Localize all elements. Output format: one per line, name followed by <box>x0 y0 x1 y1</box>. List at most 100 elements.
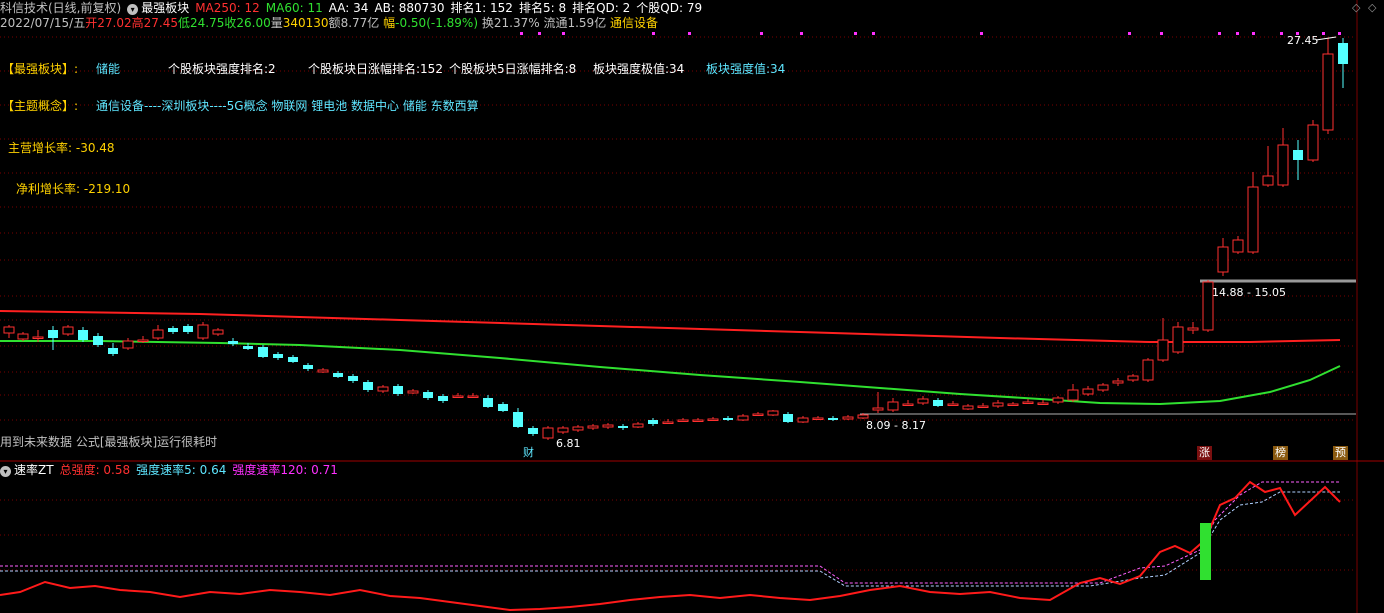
candle-body <box>1172 326 1184 353</box>
high-label: 高 <box>131 16 144 30</box>
speed120-line <box>0 481 1340 584</box>
marker-zhang[interactable]: 涨 <box>1197 446 1212 460</box>
candle-body <box>62 326 74 335</box>
candle-body <box>797 417 809 423</box>
candle-body <box>992 402 1004 407</box>
stock-title: 科信技术(日线,前复权) <box>0 1 122 15</box>
candle-body <box>1142 359 1154 381</box>
candle-body <box>1187 327 1199 331</box>
chevron-down-icon[interactable]: ▾ <box>127 4 139 15</box>
candle-body <box>587 425 599 429</box>
sub-total: 总强度: 0.58 <box>59 463 131 477</box>
candle-body <box>1097 384 1109 391</box>
signal-dot <box>872 32 875 35</box>
diamond-right-icon[interactable]: ◇ <box>1368 1 1376 14</box>
chg-value: -0.50(-1.89%) <box>395 16 479 30</box>
quote-bar: 2022/07/15/五开27.02高27.45低24.75收26.00量340… <box>0 15 658 31</box>
candle-body <box>513 412 523 427</box>
rank-5day: 个股板块5日涨幅排名:8 <box>449 62 577 76</box>
candle-body <box>977 405 989 408</box>
ma60-value: MA60: 11 <box>265 1 323 15</box>
candle-body <box>348 376 358 381</box>
turn-value: 21.37% <box>493 16 540 30</box>
candle-body <box>212 329 224 335</box>
rank-strength: 个股板块强度排名:2 <box>168 62 276 76</box>
candle-body <box>707 418 719 421</box>
chart-canvas[interactable] <box>0 0 1384 613</box>
candle-body <box>243 346 253 349</box>
float-value: 1.59亿 <box>567 16 607 30</box>
price-label-high: 27.45 <box>1287 34 1319 47</box>
candle-body <box>602 424 614 428</box>
candle-body <box>1112 380 1124 384</box>
sub-speed5: 强度速率5: 0.64 <box>136 463 227 477</box>
marker-cai[interactable]: 财 <box>521 446 536 460</box>
sub-title[interactable]: 速率ZT <box>14 463 54 477</box>
marker-yu[interactable]: 预 <box>1333 446 1348 460</box>
candle-body <box>452 395 464 398</box>
signal-dot <box>1252 32 1255 35</box>
indicator-name[interactable]: 最强板块 <box>141 1 189 15</box>
candle-body <box>692 419 704 422</box>
rank1-value: 排名1: 152 <box>450 1 513 15</box>
candle-body <box>737 415 749 421</box>
candle-body <box>812 417 824 420</box>
diamond-left-icon[interactable]: ◇ <box>1352 1 1360 14</box>
candle-body <box>857 414 869 419</box>
candle-body <box>572 426 584 431</box>
candle-body <box>3 326 15 334</box>
candle-body <box>78 330 88 340</box>
candle-body <box>32 336 44 339</box>
signal-dot <box>760 32 763 35</box>
signal-dot <box>562 32 565 35</box>
candle-body <box>288 357 298 362</box>
candle-body <box>393 386 403 394</box>
candle-body <box>258 347 268 357</box>
close-value: 26.00 <box>236 16 271 30</box>
candle-body <box>842 416 854 420</box>
candle-body <box>752 413 764 416</box>
turn-label: 换 <box>481 16 494 30</box>
candle-body <box>137 339 149 342</box>
vol-value: 340130 <box>282 16 329 30</box>
candle-body <box>1293 150 1303 160</box>
candle-body <box>1052 397 1064 403</box>
ab-value: AB: 880730 <box>374 1 445 15</box>
candle-body <box>828 418 838 420</box>
candle-body <box>303 365 313 369</box>
signal-dot <box>1218 32 1221 35</box>
signal-dots <box>520 32 1341 35</box>
candle-body <box>48 330 58 338</box>
signal-bar <box>1200 523 1211 580</box>
signal-dot <box>1128 32 1131 35</box>
marker-bang[interactable]: 榜 <box>1273 446 1288 460</box>
title-bar: 科信技术(日线,前复权) ▾ 最强板块 MA250: 12 MA60: 11 AA: 34… <box>0 0 708 16</box>
open-value: 27.02 <box>97 16 132 30</box>
candle-body <box>618 426 628 428</box>
candle-body <box>1007 403 1019 406</box>
candle-body <box>1022 401 1034 404</box>
signal-dot <box>1236 32 1239 35</box>
rank-day: 个股板块日涨幅排名:152 <box>308 62 443 76</box>
stockqd-value: 个股QD: 79 <box>636 1 703 15</box>
candle-body <box>108 348 118 354</box>
candle-body <box>423 392 433 398</box>
low-value: 24.75 <box>189 16 225 30</box>
concept-list: 通信设备----深圳板块----5G概念 物联网 锂电池 数据中心 储能 东数西… <box>96 99 479 113</box>
ma250-value: MA250: 12 <box>195 1 260 15</box>
low-label: 低 <box>177 16 190 30</box>
candle-body <box>723 418 733 420</box>
high-value: 27.45 <box>143 16 178 30</box>
candle-body <box>17 333 29 340</box>
candle-body <box>228 341 238 344</box>
candle-body <box>632 423 644 428</box>
sub-header: ▾ 速率ZT 总强度: 0.58 强度速率5: 0.64 强度速率120: 0.71 <box>0 463 344 477</box>
candle-body <box>1247 186 1259 253</box>
candle-body <box>677 419 689 422</box>
speed5-line <box>0 491 1340 587</box>
candle-body <box>1322 53 1334 131</box>
candle-body <box>407 390 419 394</box>
quote-date: 2022/07/15/五 <box>0 16 86 30</box>
rankqd-value: 排名QD: 2 <box>572 1 631 15</box>
chevron-down-icon[interactable]: ▾ <box>0 466 11 477</box>
